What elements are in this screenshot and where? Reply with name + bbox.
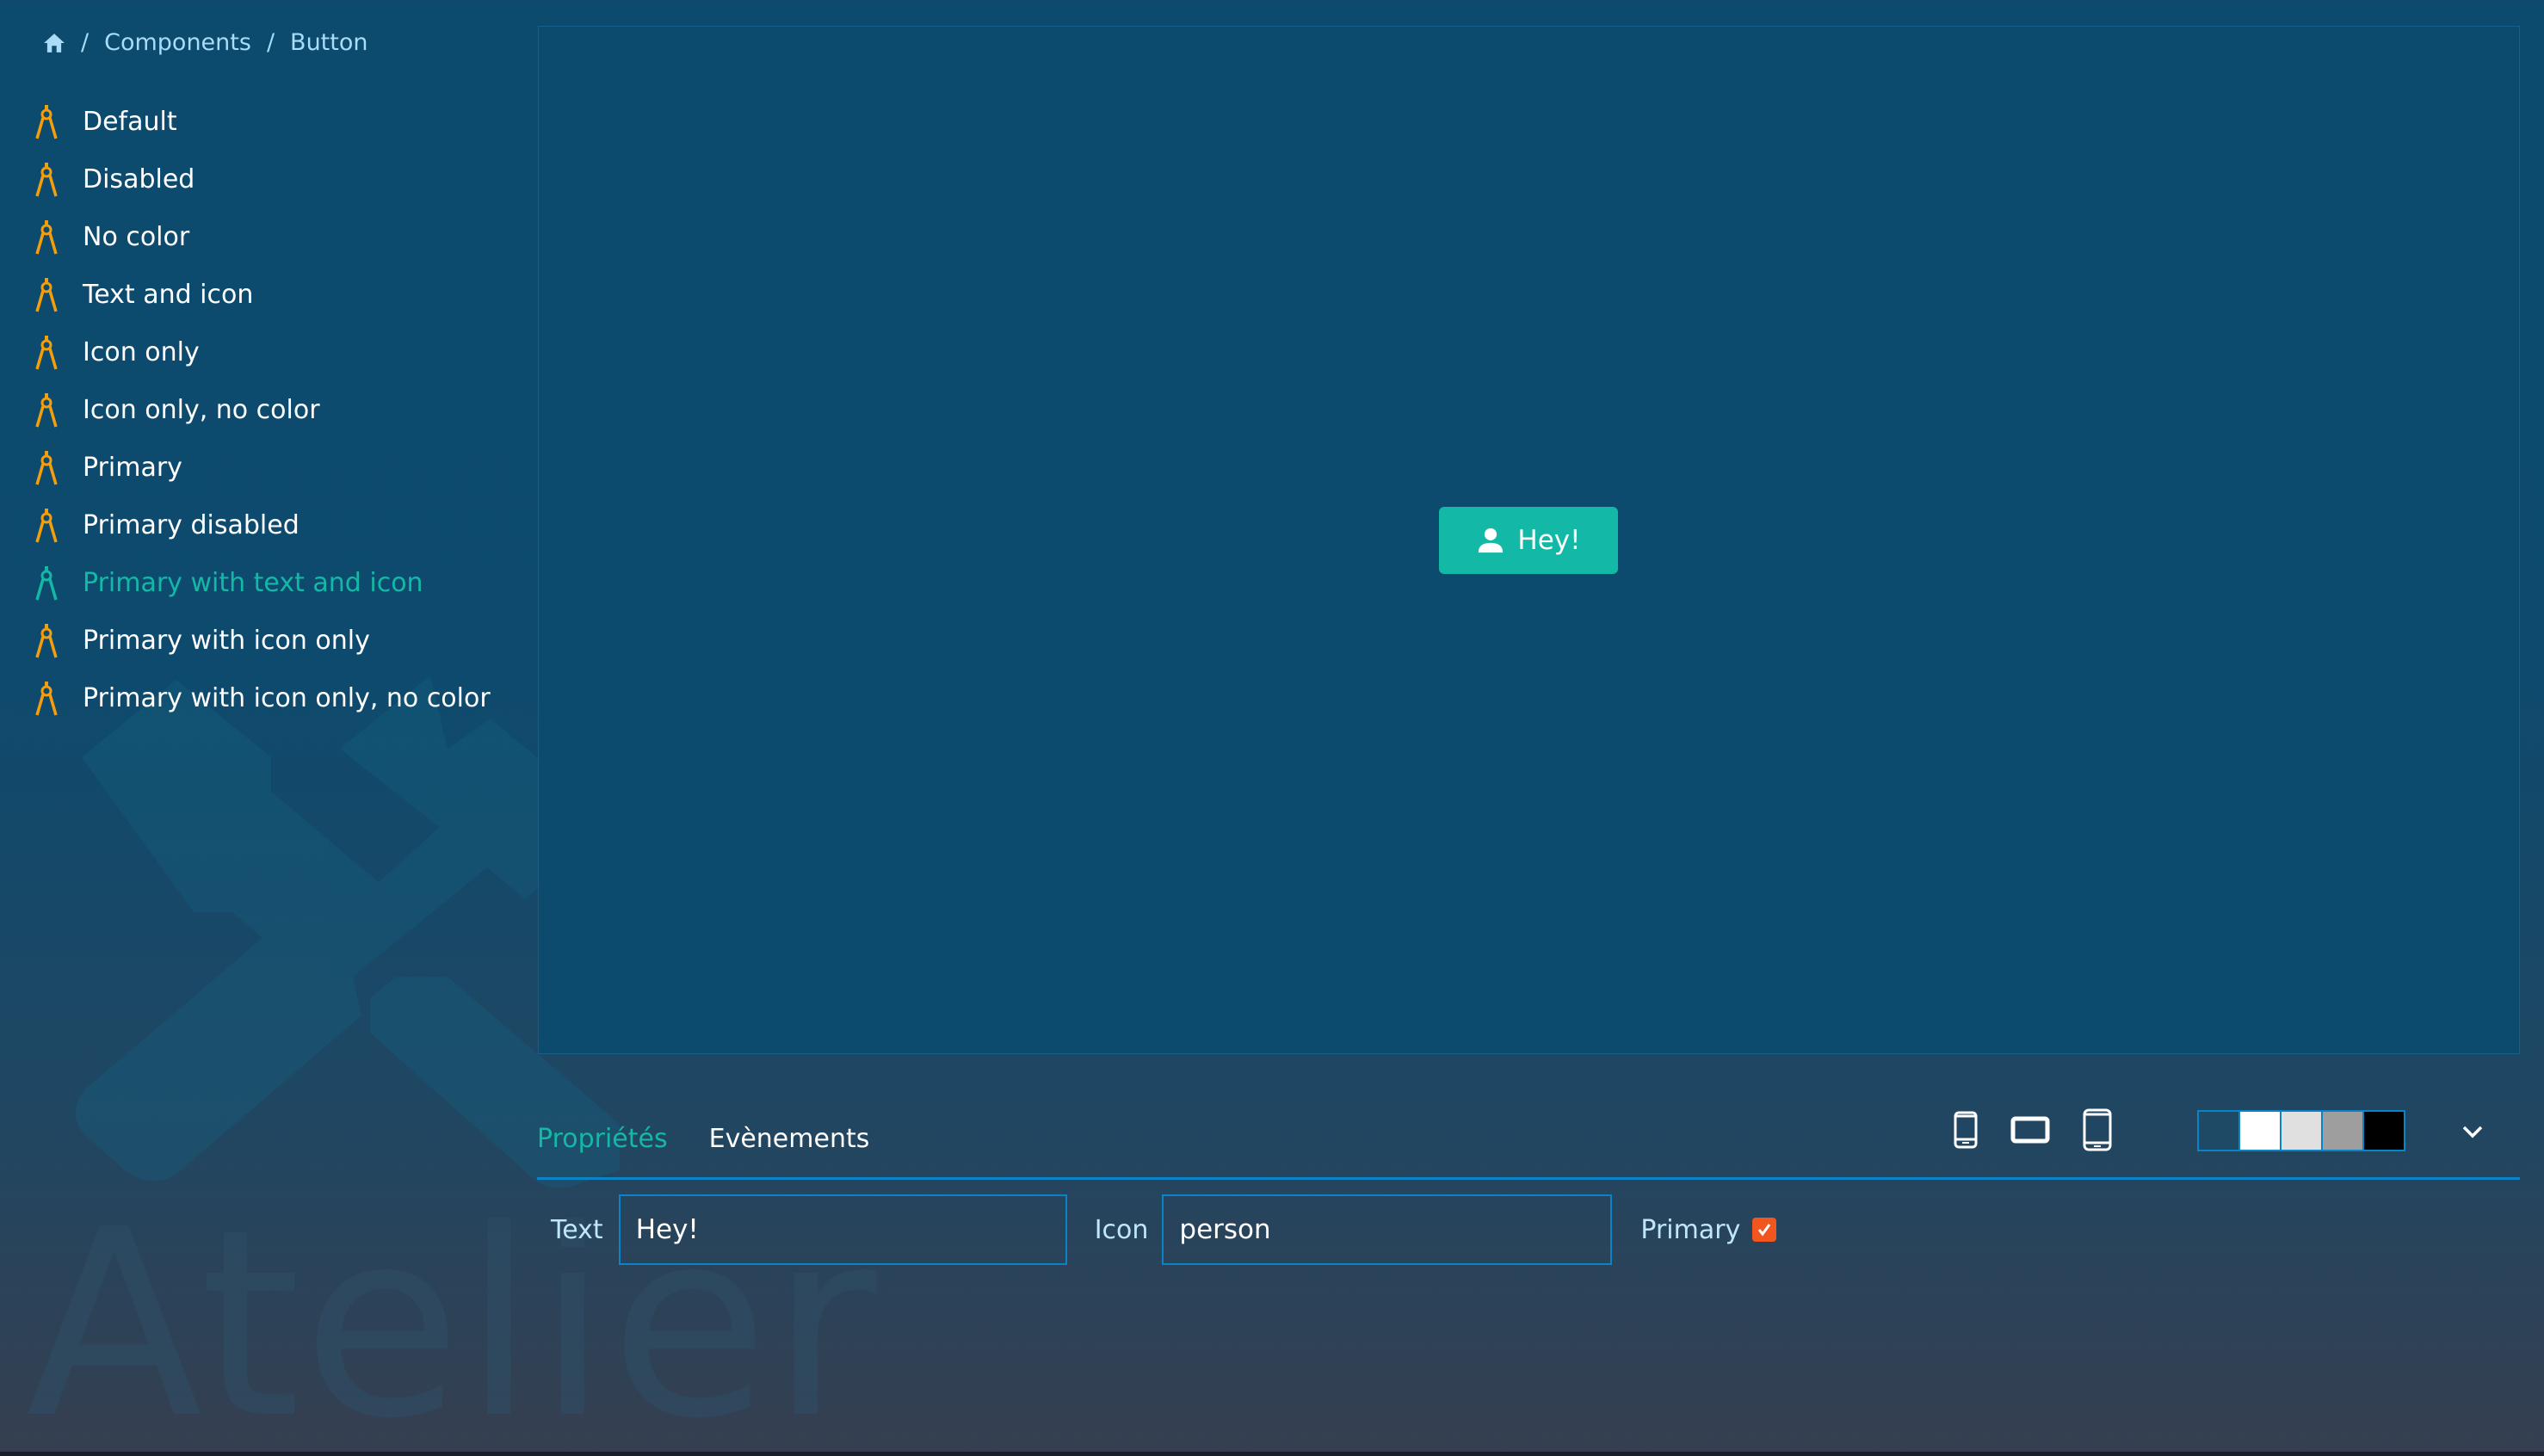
breadcrumb-separator: / xyxy=(81,29,90,56)
device-selector xyxy=(1954,1108,2112,1151)
sidebar: Default Disabled No color Text and icon Icon… xyxy=(34,93,491,727)
preview-panel: Hey! xyxy=(538,26,2520,1054)
tablet-icon[interactable] xyxy=(2083,1108,2112,1151)
sidebar-item-label: Default xyxy=(83,107,177,137)
sidebar-item[interactable]: Primary disabled xyxy=(34,497,491,554)
sidebar-item-label: Icon only, no color xyxy=(83,395,320,425)
breadcrumb-button[interactable]: Button xyxy=(290,29,367,56)
preview-button-label: Hey! xyxy=(1517,525,1581,556)
properties-form: Text Icon Primary xyxy=(551,1194,1777,1265)
sidebar-item-label: Icon only xyxy=(83,337,200,367)
watermark-tools-logo xyxy=(34,654,635,1191)
person-icon xyxy=(1479,527,1504,553)
tab-bar: Propriétés Evènements xyxy=(537,1124,869,1154)
icon-label: Icon xyxy=(1094,1214,1149,1245)
tab-divider xyxy=(537,1177,2520,1180)
chevron-down-icon[interactable] xyxy=(2460,1119,2485,1144)
sidebar-item-label: No color xyxy=(83,222,190,252)
text-input[interactable] xyxy=(618,1194,1067,1265)
bottom-border xyxy=(0,1452,2544,1456)
tab-properties[interactable]: Propriétés xyxy=(537,1124,668,1154)
sidebar-item-label: Primary with icon only xyxy=(83,626,370,656)
sidebar-item[interactable]: Primary with icon only, no color xyxy=(34,669,491,727)
compass-icon xyxy=(35,392,58,427)
sidebar-item-label: Primary with icon only, no color xyxy=(83,683,491,713)
text-label: Text xyxy=(551,1214,603,1245)
sidebar-item-label: Primary xyxy=(83,453,182,483)
check-icon xyxy=(1758,1224,1771,1237)
compass-icon xyxy=(35,335,58,369)
tab-events[interactable]: Evènements xyxy=(709,1124,870,1154)
sidebar-item[interactable]: Primary with text and icon xyxy=(34,554,491,612)
compass-icon xyxy=(35,623,58,657)
sidebar-item[interactable]: Default xyxy=(34,93,491,151)
compass-icon xyxy=(35,162,58,196)
sidebar-item[interactable]: No color xyxy=(34,208,491,266)
background-swatch[interactable] xyxy=(2240,1112,2280,1150)
compass-icon xyxy=(35,450,58,484)
compass-icon xyxy=(35,565,58,600)
compass-icon xyxy=(35,508,58,542)
tablet-landscape-icon[interactable] xyxy=(2010,1116,2050,1144)
sidebar-item-label: Disabled xyxy=(83,164,195,194)
compass-icon xyxy=(35,104,58,139)
icon-input[interactable] xyxy=(1162,1194,1613,1265)
background-swatches xyxy=(2197,1110,2405,1151)
compass-icon xyxy=(35,219,58,254)
sidebar-item[interactable]: Primary xyxy=(34,439,491,497)
sidebar-item[interactable]: Primary with icon only xyxy=(34,612,491,669)
sidebar-item-label: Primary disabled xyxy=(83,510,299,540)
sidebar-item-label: Text and icon xyxy=(83,280,254,310)
compass-icon xyxy=(35,277,58,312)
sidebar-item[interactable]: Disabled xyxy=(34,151,491,208)
home-icon[interactable] xyxy=(43,33,65,53)
preview-hey-button[interactable]: Hey! xyxy=(1439,507,1618,574)
sidebar-item[interactable]: Text and icon xyxy=(34,266,491,324)
breadcrumb-separator: / xyxy=(266,29,275,56)
compass-icon xyxy=(35,681,58,715)
sidebar-item[interactable]: Icon only xyxy=(34,324,491,381)
sidebar-item[interactable]: Icon only, no color xyxy=(34,381,491,439)
primary-checkbox[interactable] xyxy=(1752,1218,1777,1242)
phone-icon[interactable] xyxy=(1954,1111,1978,1149)
breadcrumb: / Components / Button xyxy=(43,29,368,56)
primary-label: Primary xyxy=(1640,1214,1741,1245)
background-swatch[interactable] xyxy=(2282,1112,2321,1150)
background-swatch[interactable] xyxy=(2199,1112,2238,1150)
breadcrumb-components[interactable]: Components xyxy=(104,29,251,56)
background-swatch[interactable] xyxy=(2364,1112,2404,1150)
sidebar-item-label: Primary with text and icon xyxy=(83,568,423,598)
background-swatch[interactable] xyxy=(2323,1112,2362,1150)
